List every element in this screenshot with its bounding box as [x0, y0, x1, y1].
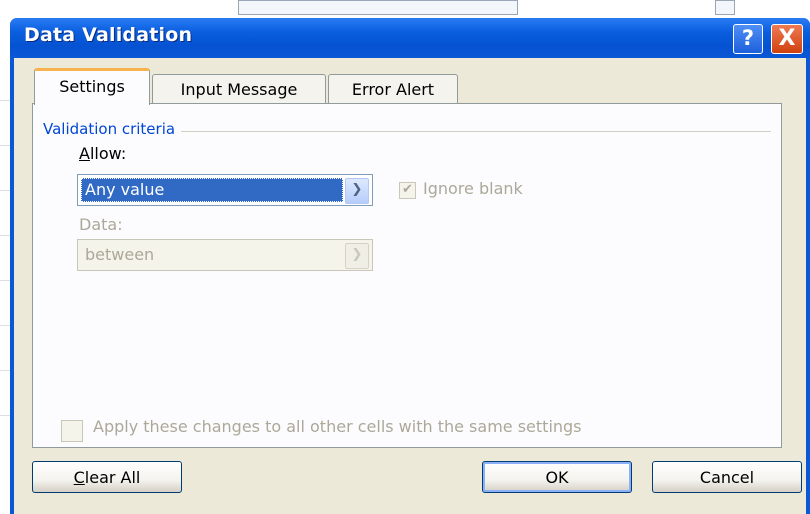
dialog-body: Settings Input Message Error Alert Valid…	[14, 58, 806, 514]
data-validation-dialog: Data Validation ? X Settings Input Messa…	[10, 18, 810, 514]
ignore-blank-label: Ignore blank	[423, 179, 523, 198]
ignore-blank-checkbox[interactable]: ✔	[399, 182, 416, 199]
allow-label-rest: llow:	[89, 144, 127, 163]
background-gridline	[0, 415, 10, 416]
title-bar[interactable]: Data Validation ? X	[10, 18, 810, 58]
tab-label: Input Message	[180, 80, 298, 99]
close-button[interactable]: X	[771, 24, 803, 54]
tab-settings[interactable]: Settings	[34, 68, 150, 105]
tab-input-message[interactable]: Input Message	[152, 74, 326, 105]
background-gridline	[0, 190, 10, 191]
chevron-down-icon[interactable]: ❯	[345, 243, 369, 269]
background-gridline	[0, 145, 10, 146]
chevron-down-icon[interactable]: ❯	[345, 178, 369, 204]
data-value: between	[85, 245, 155, 264]
cancel-button[interactable]: Cancel	[652, 461, 802, 493]
dialog-title: Data Validation	[24, 24, 193, 46]
help-icon: ?	[741, 26, 755, 50]
apply-all-label: Apply these changes to all other cells w…	[93, 417, 582, 436]
clear-all-button[interactable]: Clear All	[32, 461, 182, 493]
allow-value: Any value	[81, 178, 343, 202]
tab-label: Error Alert	[351, 80, 435, 99]
data-label: Data:	[79, 215, 123, 234]
clear-all-label: lear All	[84, 468, 141, 487]
background-gridline	[0, 235, 10, 236]
allow-label: Allow:	[79, 144, 126, 163]
allow-label-mnemonic: A	[79, 144, 90, 163]
background-spreadsheet	[0, 0, 810, 18]
background-gridline	[0, 370, 10, 371]
validation-criteria-label: Validation criteria	[43, 120, 182, 138]
tab-error-alert[interactable]: Error Alert	[328, 74, 458, 105]
allow-select[interactable]: Any value ❯	[77, 174, 373, 206]
ok-button[interactable]: OK	[482, 461, 632, 493]
data-select[interactable]: between ❯	[77, 239, 373, 271]
background-gridline	[0, 100, 10, 101]
background-gridline	[0, 325, 10, 326]
checkmark-icon: ✔	[402, 182, 413, 197]
cancel-label: Cancel	[699, 468, 755, 487]
tab-label: Settings	[59, 77, 125, 96]
settings-panel: Validation criteria Allow: Any value ❯ ✔…	[32, 103, 782, 448]
background-cell	[238, 0, 518, 15]
clear-all-mnemonic: C	[73, 468, 85, 487]
apply-all-checkbox[interactable]	[61, 420, 83, 442]
help-button[interactable]: ?	[733, 24, 763, 54]
background-gridline	[0, 280, 10, 281]
close-icon: X	[778, 26, 796, 51]
background-cell	[715, 0, 735, 15]
ok-label: OK	[545, 468, 569, 487]
